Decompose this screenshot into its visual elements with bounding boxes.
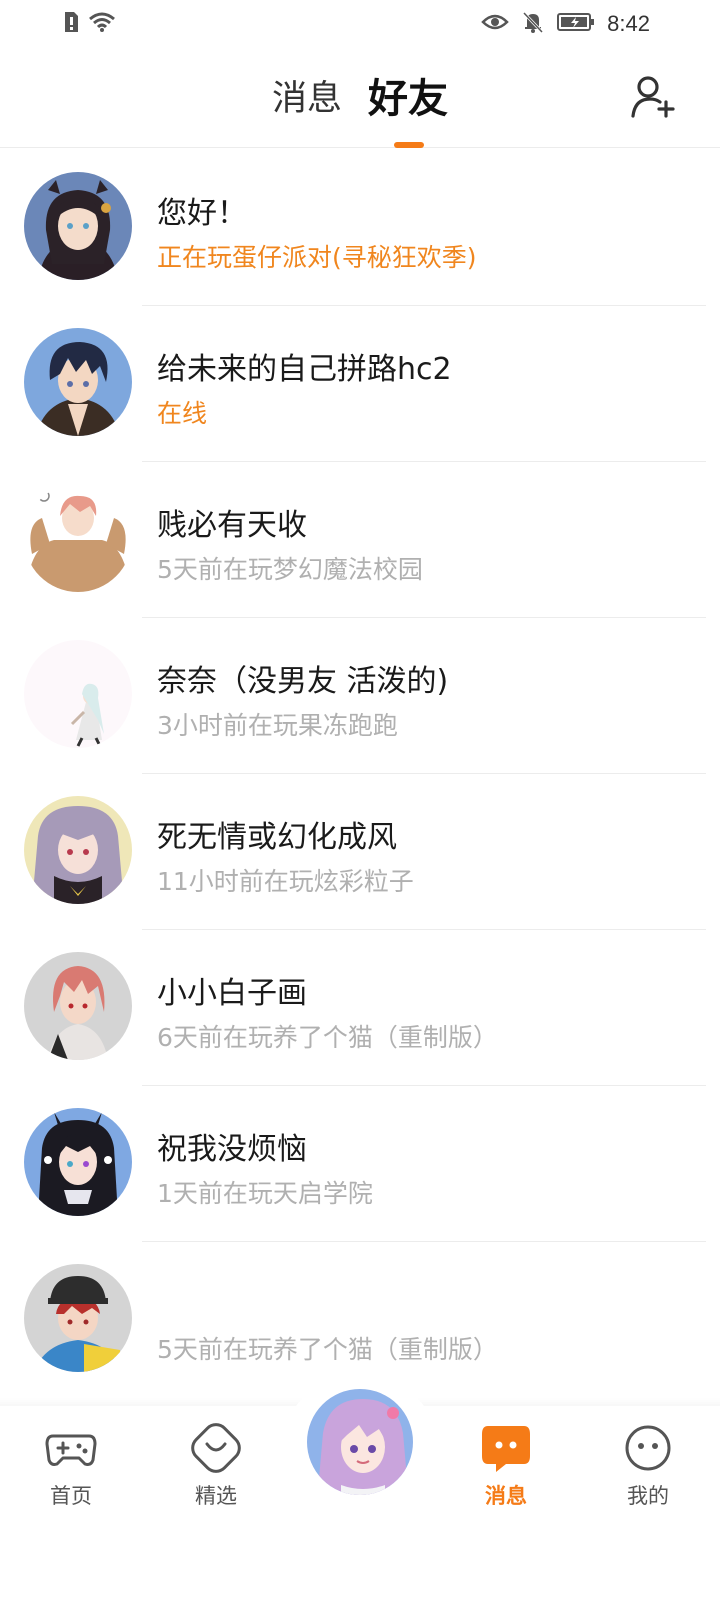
nav-messages[interactable]: 消息 bbox=[456, 1422, 556, 1510]
friend-name: 您好！ bbox=[157, 196, 247, 231]
friend-row[interactable]: 死无情或幻化成风 11小时前在玩炫彩粒子 bbox=[0, 774, 720, 930]
nav-featured-label: 精选 bbox=[195, 1484, 237, 1508]
friend-status: 在线 bbox=[157, 399, 208, 428]
gamepad-icon bbox=[45, 1422, 97, 1474]
nav-mine[interactable]: 我的 bbox=[598, 1422, 698, 1510]
friend-status: 1天前在玩天启学院 bbox=[157, 1179, 373, 1208]
friend-name: 小小白子画 bbox=[157, 976, 307, 1011]
avatar[interactable] bbox=[24, 952, 132, 1060]
friend-name: 祝我没烦恼 bbox=[157, 1132, 307, 1167]
avatar[interactable] bbox=[24, 796, 132, 904]
avatar[interactable] bbox=[24, 484, 132, 592]
friend-row[interactable]: 贱必有天收 5天前在玩梦幻魔法校园 bbox=[0, 462, 720, 618]
friend-row[interactable]: 祝我没烦恼 1天前在玩天启学院 bbox=[0, 1086, 720, 1242]
friend-status: 正在玩蛋仔派对(寻秘狂欢季) bbox=[157, 243, 477, 272]
avatar[interactable] bbox=[24, 1264, 132, 1372]
header: 消息 好友 bbox=[0, 50, 720, 148]
wifi-icon bbox=[88, 11, 116, 37]
bottom-nav: 首页 精选 消息 我的 bbox=[0, 1374, 720, 1600]
tab-messages[interactable]: 消息 bbox=[272, 74, 342, 124]
friend-name: 死无情或幻化成风 bbox=[157, 820, 397, 855]
clock: 8:42 bbox=[607, 11, 650, 36]
nav-messages-label: 消息 bbox=[485, 1484, 527, 1508]
nav-home[interactable]: 首页 bbox=[21, 1422, 121, 1510]
heart-badge-icon bbox=[190, 1422, 242, 1474]
friend-status: 6天前在玩养了个猫（重制版） bbox=[157, 1023, 498, 1052]
friend-row[interactable]: 给未来的自己拼路hc2 在线 bbox=[0, 306, 720, 462]
add-person-icon[interactable] bbox=[628, 72, 680, 124]
friend-status: 3小时前在玩果冻跑跑 bbox=[157, 711, 398, 740]
friend-name: 贱必有天收 bbox=[157, 508, 307, 543]
tab-active-indicator bbox=[394, 142, 424, 148]
friend-row[interactable]: 奈奈（没男友 活泼的) 3小时前在玩果冻跑跑 bbox=[0, 618, 720, 774]
nav-home-label: 首页 bbox=[50, 1484, 92, 1508]
friend-list: 您好！ 正在玩蛋仔派对(寻秘狂欢季) 给未来的自己拼路hc2 在线 贱必有天收 … bbox=[0, 150, 720, 1398]
sim-alert-icon bbox=[62, 10, 80, 38]
nav-mine-label: 我的 bbox=[627, 1484, 669, 1508]
friend-name: 奈奈（没男友 活泼的) bbox=[157, 664, 449, 699]
tab-friends[interactable]: 好友 bbox=[368, 74, 448, 124]
friend-status: 11小时前在玩炫彩粒子 bbox=[157, 867, 414, 896]
avatar[interactable] bbox=[24, 328, 132, 436]
avatar[interactable] bbox=[24, 1108, 132, 1216]
chat-bubble-icon bbox=[480, 1422, 532, 1474]
friend-row[interactable]: 您好！ 正在玩蛋仔派对(寻秘狂欢季) bbox=[0, 150, 720, 306]
avatar[interactable] bbox=[24, 172, 132, 280]
eye-icon bbox=[481, 11, 509, 37]
friend-status: 5天前在玩梦幻魔法校园 bbox=[157, 555, 423, 584]
face-icon bbox=[622, 1422, 674, 1474]
battery-charging-icon bbox=[557, 11, 595, 37]
user-avatar[interactable] bbox=[304, 1386, 416, 1498]
friend-status: 5天前在玩养了个猫（重制版） bbox=[157, 1335, 498, 1364]
avatar[interactable] bbox=[24, 640, 132, 748]
friend-row[interactable]: 小小白子画 6天前在玩养了个猫（重制版） bbox=[0, 930, 720, 1086]
status-bar: 8:42 bbox=[0, 0, 720, 50]
mute-bell-icon bbox=[521, 10, 545, 38]
nav-featured[interactable]: 精选 bbox=[166, 1422, 266, 1510]
friend-name: 给未来的自己拼路hc2 bbox=[157, 352, 452, 387]
